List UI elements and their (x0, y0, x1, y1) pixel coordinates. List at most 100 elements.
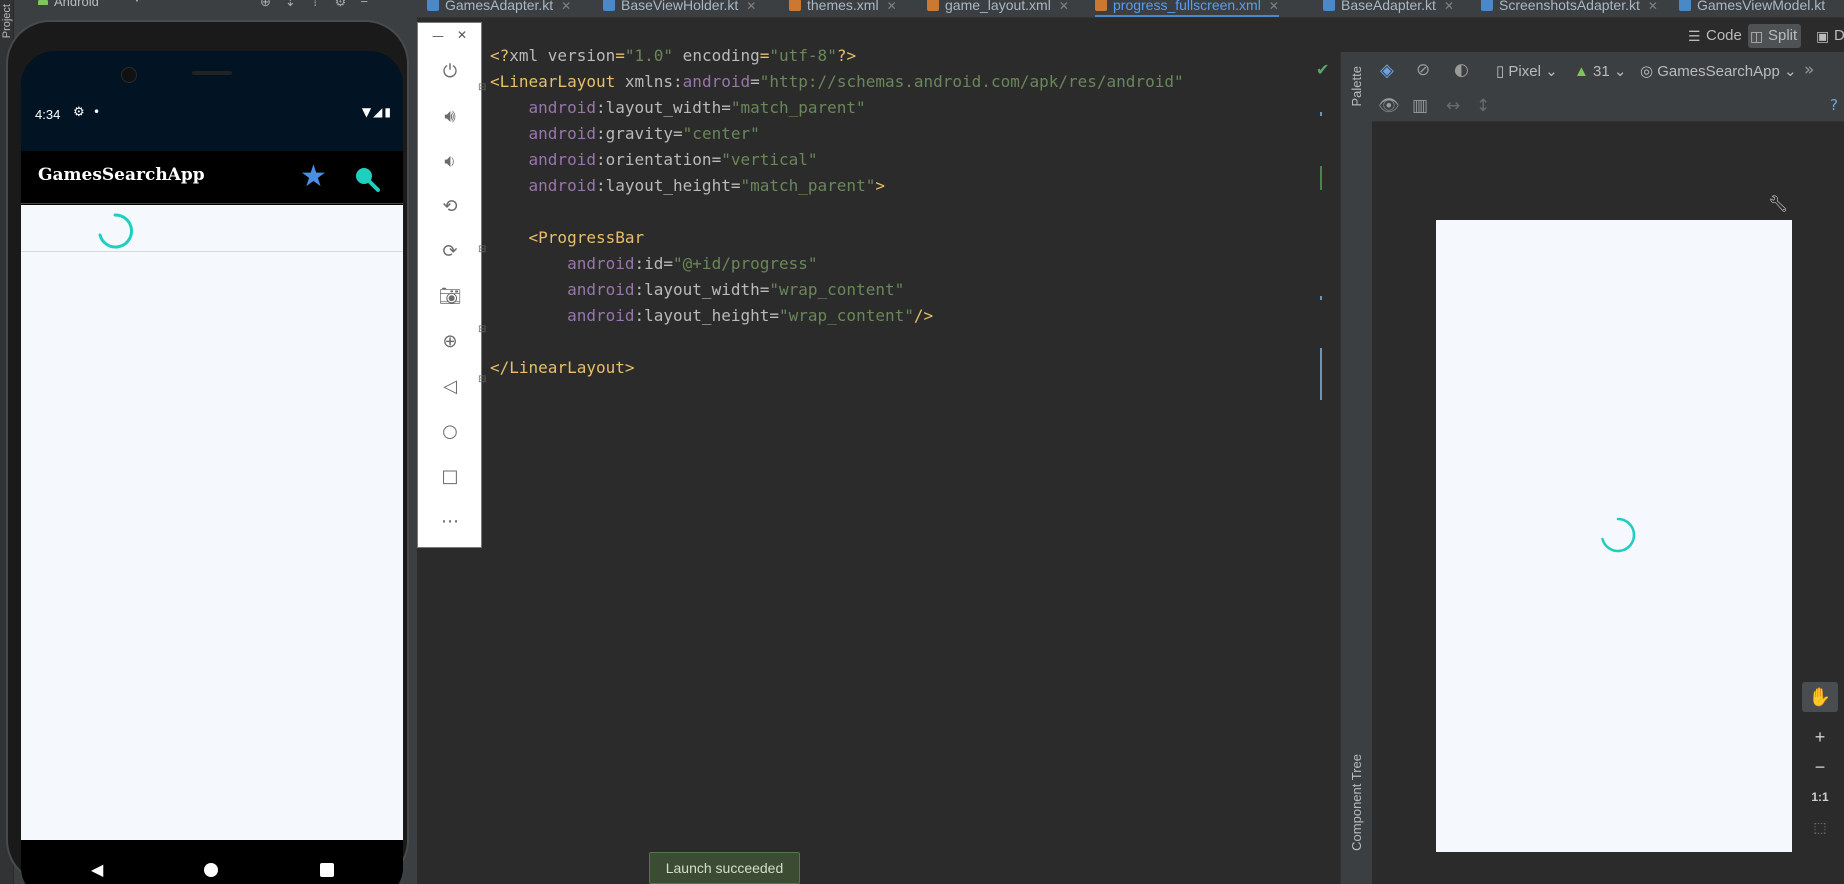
fold-marker[interactable]: ⊟ (478, 244, 486, 255)
home-icon[interactable]: ○ (432, 413, 468, 449)
preview-progress-spinner[interactable] (1599, 516, 1637, 554)
code-token: "vertical" (721, 150, 818, 169)
close-icon[interactable]: ✕ (561, 0, 571, 13)
code-token: "wrap_content" (779, 306, 914, 325)
camera-icon[interactable]: 📷︎ (432, 278, 468, 314)
project-rail-label[interactable]: Project (1, 4, 13, 38)
change-marker (1320, 112, 1322, 116)
tab-screenshots-adapter[interactable]: ScreenshotsAdapter.kt ✕ (1481, 0, 1658, 17)
code-line[interactable]: <LinearLayout xmlns:android="http://sche… (490, 69, 1184, 95)
pan-icon[interactable]: ✋ (1802, 682, 1838, 712)
rotate-left-icon[interactable]: ⟲ (432, 188, 468, 224)
overview-icon[interactable]: □ (432, 458, 468, 494)
zoom-icon[interactable]: ⊕ (432, 323, 468, 359)
fold-marker[interactable]: ⊟ (478, 324, 486, 335)
app-toolbar: GamesSearchApp ★ (21, 151, 403, 204)
tab-games-adapter[interactable]: GamesAdapter.kt ✕ (427, 0, 571, 17)
rotate-right-icon[interactable]: ⟳ (432, 233, 468, 269)
design-canvas[interactable]: 🔧︎ ✋ + − 1:1 ⬚ (1372, 122, 1844, 884)
api-level-selector[interactable]: ▲ 31 ⌄ (1574, 62, 1626, 80)
code-view-icon: ☰ (1688, 28, 1701, 44)
tab-label: BaseAdapter.kt (1341, 0, 1436, 13)
code-line[interactable]: android:gravity="center" (490, 121, 760, 147)
wrench-icon[interactable]: 🔧︎ (1768, 194, 1788, 213)
help-icon[interactable]: ? (1830, 96, 1838, 114)
close-icon[interactable]: ✕ (746, 0, 756, 13)
chevron-down-icon[interactable]: ▼ (132, 0, 142, 5)
split-view-button[interactable]: ◫ Split (1748, 24, 1802, 48)
close-icon[interactable]: ✕ (1648, 0, 1658, 13)
xml-code-editor[interactable]: ⊟ ⊟ ⊟ ⊟ <?xml version="1.0" encoding="ut… (478, 46, 1340, 884)
fold-marker[interactable]: ⊟ (478, 374, 486, 385)
code-token: = (750, 72, 760, 91)
eye-icon[interactable]: 👁︎ (1378, 96, 1400, 116)
search-icon[interactable] (353, 165, 381, 193)
nav-recents-icon[interactable] (320, 863, 334, 877)
tab-base-adapter[interactable]: BaseAdapter.kt ✕ (1323, 0, 1454, 17)
emulator-screen[interactable]: 4:34 ⚙ • ▼◢▮ GamesSearchApp ★ ◀ (21, 51, 403, 884)
device-selector[interactable]: ▯ Pixel ⌄ (1496, 62, 1558, 80)
blueprint-icon[interactable]: ▥ (1412, 96, 1428, 116)
tab-label: ScreenshotsAdapter.kt (1499, 0, 1640, 13)
code-token: <LinearLayout (490, 72, 616, 91)
minimize-icon[interactable]: — (432, 29, 444, 43)
tab-themes[interactable]: themes.xml ✕ (789, 0, 897, 17)
project-view-selector[interactable]: Android (54, 0, 99, 9)
zoom-out-button[interactable]: − (1802, 752, 1838, 782)
orientation-icon[interactable]: ⊘ (1416, 60, 1430, 80)
code-token: ?> (836, 46, 857, 65)
layers-icon[interactable]: ◈ (1380, 60, 1394, 81)
android-icon: ▲ (1574, 63, 1589, 80)
code-line[interactable]: android:id="@+id/progress" (490, 251, 817, 277)
more-icon[interactable]: ⋯ (432, 503, 468, 539)
project-header-icons[interactable]: ⊕⇣⇡⚙− (260, 0, 382, 10)
layout-preview[interactable] (1436, 220, 1792, 852)
project-view-header: Android ▼ ⊕⇣⇡⚙− (14, 0, 417, 10)
code-line[interactable]: android:layout_height="wrap_content"/> (490, 303, 933, 329)
navigation-bar: ◀ (21, 840, 403, 884)
theme-selector[interactable]: ◎ GamesSearchApp ⌄ (1640, 62, 1797, 80)
night-mode-icon[interactable]: ◐ (1454, 60, 1469, 80)
close-icon[interactable]: ✕ (1059, 0, 1069, 13)
nav-home-icon[interactable] (204, 863, 218, 877)
close-icon[interactable]: ✕ (1269, 0, 1279, 13)
code-line[interactable]: <?xml version="1.0" encoding="utf-8"?> (490, 43, 856, 69)
nav-back-icon[interactable]: ◀ (91, 860, 103, 879)
zoom-in-button[interactable]: + (1802, 722, 1838, 752)
code-view-button[interactable]: ☰ Code (1686, 24, 1742, 48)
tab-progress-fullscreen[interactable]: progress_fullscreen.xml ✕ (1095, 0, 1279, 17)
fold-marker[interactable]: ⊟ (478, 82, 486, 93)
close-icon[interactable]: ✕ (887, 0, 897, 13)
progress-spinner (98, 213, 133, 249)
code-token: <ProgressBar (528, 228, 645, 247)
tab-base-view-holder[interactable]: BaseViewHolder.kt ✕ (603, 0, 756, 17)
design-view-button[interactable]: ▣ D (1814, 24, 1844, 48)
star-icon[interactable]: ★ (300, 159, 327, 195)
code-line[interactable]: <ProgressBar (490, 225, 645, 251)
horizontal-resize-icon[interactable]: ↔ (1446, 96, 1460, 116)
close-icon[interactable]: ✕ (1444, 0, 1454, 13)
tab-games-view-model[interactable]: GamesViewModel.kt (1679, 0, 1826, 17)
palette-tab[interactable]: Palette (1349, 66, 1364, 106)
component-tree-tab[interactable]: Component Tree (1349, 754, 1364, 851)
battery-icon: ▮ (384, 105, 393, 119)
code-line[interactable]: </LinearLayout> (490, 355, 635, 381)
code-token: /> (913, 306, 934, 325)
overflow-icon[interactable]: » (1804, 60, 1814, 80)
zoom-to-fit-icon[interactable]: ⬚ (1802, 812, 1838, 842)
tab-label: GamesViewModel.kt (1697, 0, 1826, 13)
status-bar: 4:34 ⚙ • ▼◢▮ (21, 51, 403, 151)
tab-game-layout[interactable]: game_layout.xml ✕ (927, 0, 1069, 17)
code-line[interactable]: android:layout_width="wrap_content" (490, 277, 904, 303)
zoom-actual-size-button[interactable]: 1:1 (1802, 782, 1838, 812)
back-icon[interactable]: ◁ (432, 368, 468, 404)
code-line[interactable]: android:layout_height="match_parent"> (490, 173, 885, 199)
volume-down-icon[interactable]: 🔉︎ (432, 143, 468, 179)
power-icon[interactable]: ⏻ (432, 53, 468, 89)
volume-up-icon[interactable]: 🔊︎ (432, 98, 468, 134)
code-line[interactable]: android:orientation="vertical" (490, 147, 818, 173)
close-icon[interactable]: ✕ (457, 28, 467, 42)
code-line[interactable]: android:layout_width="match_parent" (490, 95, 866, 121)
vertical-resize-icon[interactable]: ↕ (1476, 96, 1490, 116)
